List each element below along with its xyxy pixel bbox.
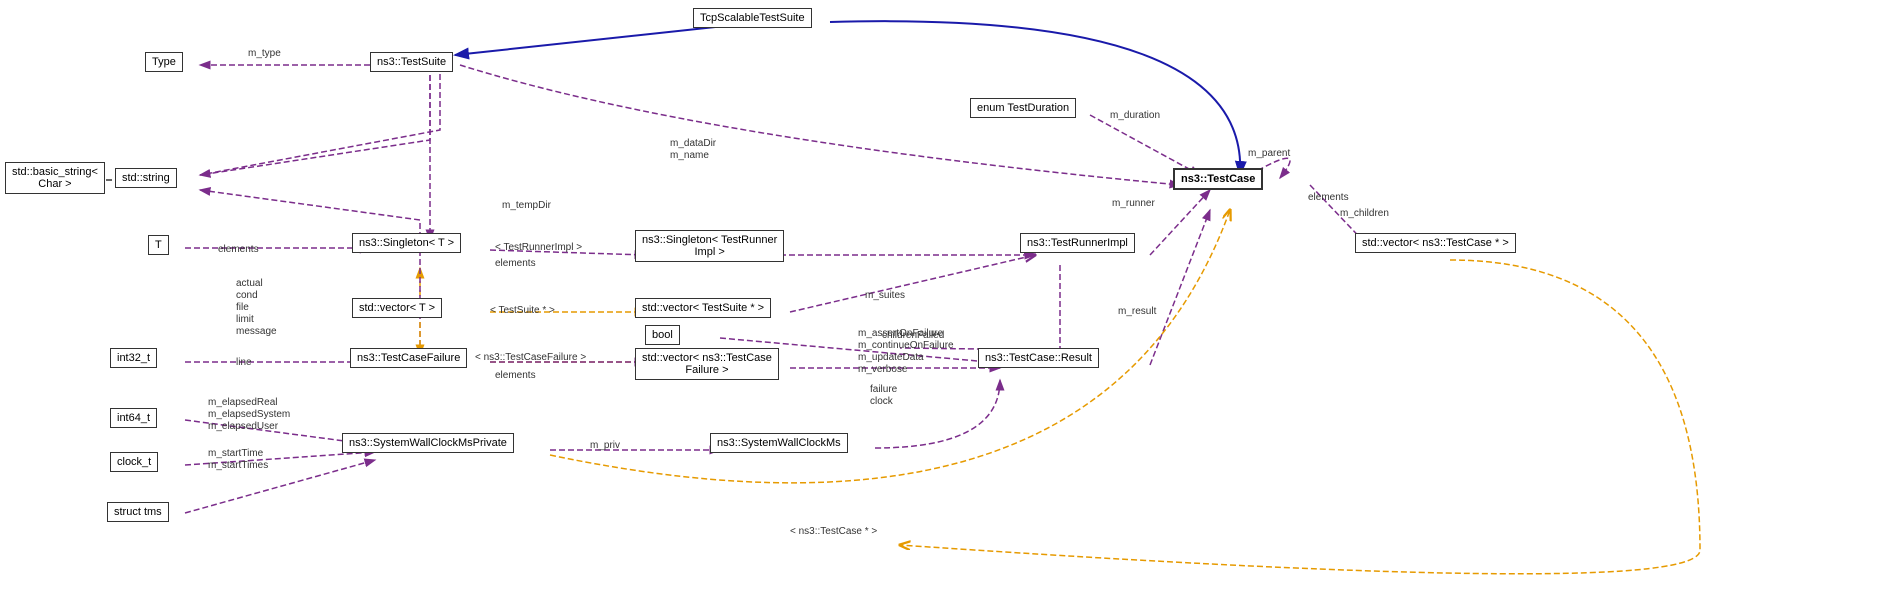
label-childrenfailed: childrenFailed: [882, 330, 944, 341]
label-mtype: m_type: [248, 48, 281, 59]
label-mcontinueonfailure: m_continueOnFailure: [858, 340, 954, 351]
node-stdvectorTestCasePtr: std::vector< ns3::TestCase * >: [1355, 233, 1516, 253]
node-ns3TestRunnerImpl: ns3::TestRunnerImpl: [1020, 233, 1135, 253]
label-testrunnerimpl: < TestRunnerImpl >: [495, 242, 582, 253]
label-cond: cond: [236, 290, 258, 301]
diagram-container: TcpScalableTestSuite Type ns3::TestSuite…: [0, 0, 1893, 616]
label-elements3: elements: [1308, 192, 1349, 203]
node-ns3SystemWallClockMsPrivate: ns3::SystemWallClockMsPrivate: [342, 433, 514, 453]
node-int32t: int32_t: [110, 348, 157, 368]
label-elements2: elements: [495, 258, 536, 269]
node-bool: bool: [645, 325, 680, 345]
label-melapsedsystem: m_elapsedSystem: [208, 409, 290, 420]
node-ns3TestCaseResult: ns3::TestCase::Result: [978, 348, 1099, 368]
node-structtms: struct tms: [107, 502, 169, 522]
label-file: file: [236, 302, 249, 313]
node-int64t: int64_t: [110, 408, 157, 428]
label-failure: failure: [870, 384, 897, 395]
label-msuites: m_suites: [865, 290, 905, 301]
label-clock: clock: [870, 396, 893, 407]
label-mpriv: m_priv: [590, 440, 620, 451]
node-stdvectorTestSuitePtr: std::vector< TestSuite * >: [635, 298, 771, 318]
label-mduration: m_duration: [1110, 110, 1160, 121]
node-ns3TestCase: ns3::TestCase: [1173, 168, 1263, 190]
label-mdatadir: m_dataDir: [670, 138, 716, 149]
label-actual: actual: [236, 278, 263, 289]
node-ns3TestCaseFailure: ns3::TestCaseFailure: [350, 348, 467, 368]
label-mresult: m_result: [1118, 306, 1156, 317]
node-clockt: clock_t: [110, 452, 158, 472]
label-mupdatedata: m_updateData: [858, 352, 924, 363]
label-elements4: elements: [495, 370, 536, 381]
label-mname: m_name: [670, 150, 709, 161]
label-testsuiteptr: < TestSuite * >: [490, 305, 555, 316]
node-ns3SingletonT: ns3::Singleton< T >: [352, 233, 461, 253]
node-enumTestDuration: enum TestDuration: [970, 98, 1076, 118]
node-ns3SingletonTestRunnerImpl: ns3::Singleton< TestRunnerImpl >: [635, 230, 784, 262]
label-mstarttime: m_startTime: [208, 448, 263, 459]
node-stdvectorT: std::vector< T >: [352, 298, 442, 318]
node-TcpScalableTestSuite: TcpScalableTestSuite: [693, 8, 812, 28]
node-ns3TestSuite: ns3::TestSuite: [370, 52, 453, 72]
label-mrunner: m_runner: [1112, 198, 1155, 209]
label-melapseduser: m_elapsedUser: [208, 421, 278, 432]
node-stdstring: std::string: [115, 168, 177, 188]
label-line: line: [236, 357, 252, 368]
label-limit: limit: [236, 314, 254, 325]
node-ns3SystemWallClockMs: ns3::SystemWallClockMs: [710, 433, 848, 453]
label-mverbose: m_verbose: [858, 364, 907, 375]
label-message: message: [236, 326, 277, 337]
label-mparent: m_parent: [1248, 148, 1290, 159]
node-ns3TestCaseFailureVec: std::vector< ns3::TestCaseFailure >: [635, 348, 779, 380]
label-melapsedreal: m_elapsedReal: [208, 397, 278, 408]
node-T: T: [148, 235, 169, 255]
label-mtempdir: m_tempDir: [502, 200, 551, 211]
label-elements1: elements: [218, 244, 259, 255]
label-mchildren: m_children: [1340, 208, 1389, 219]
arrows-svg: [0, 0, 1893, 616]
label-testcasefailure: < ns3::TestCaseFailure >: [475, 352, 586, 363]
node-Type: Type: [145, 52, 183, 72]
label-testcaseptr2: < ns3::TestCase * >: [790, 526, 877, 537]
node-stdbasicstring: std::basic_string<Char >: [5, 162, 105, 194]
label-mstarttimes: m_startTimes: [208, 460, 268, 471]
